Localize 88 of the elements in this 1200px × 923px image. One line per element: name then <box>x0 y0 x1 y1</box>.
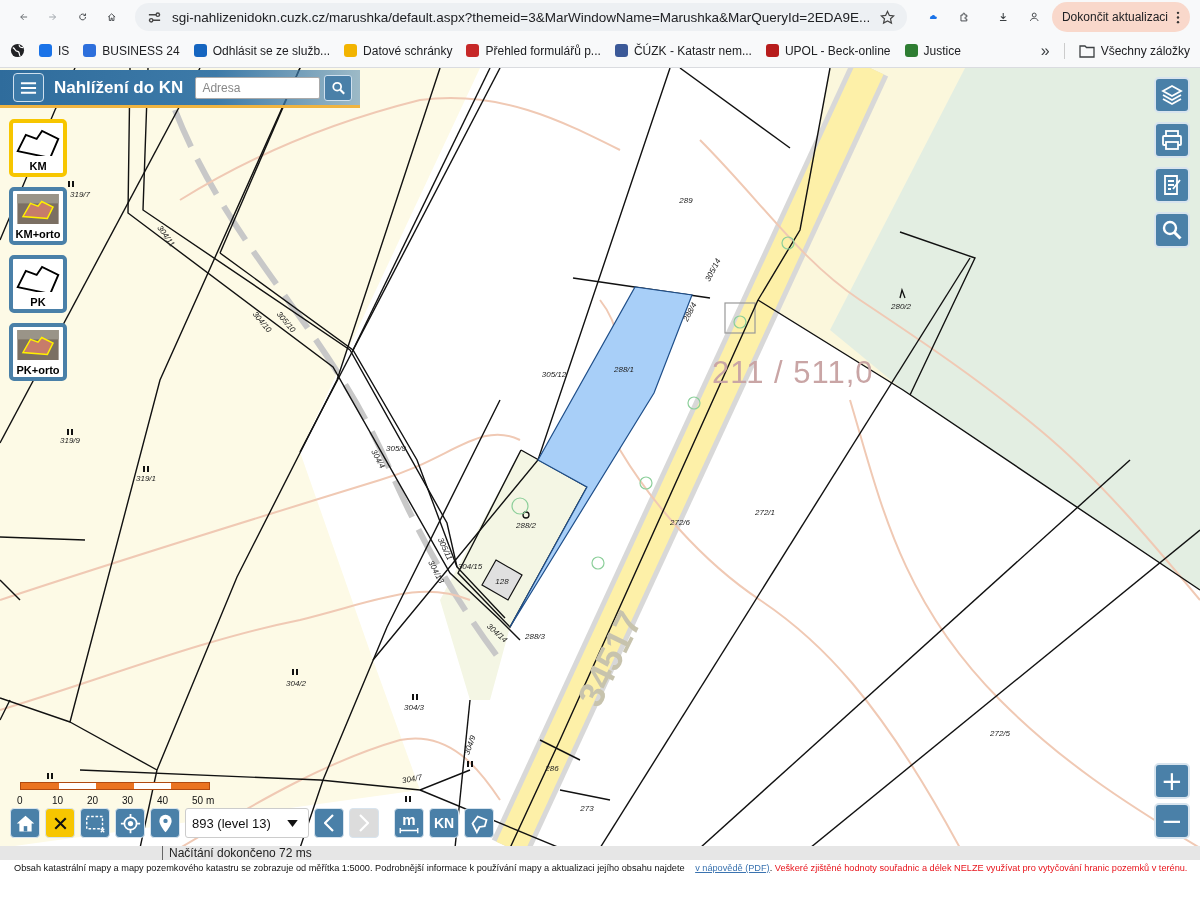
bookmark-link[interactable]: Odhlásit se ze služb... <box>193 43 331 58</box>
map-info-text: Obsah katastrální mapy a mapy pozemkového katastru se zobrazuje od měřítka 1:5000. Podrobnější informace k používání mapy a aktualizaci jejího obsahu najdete v nápovědě (PDF). Veškeré zjištěné hodnoty souřadnic a délek NELZE využívat pro vytyčování hranic pozemků v terénu. <box>14 862 1189 874</box>
print-button[interactable] <box>1154 122 1190 158</box>
cancel-button[interactable] <box>45 808 75 838</box>
chevron-right-icon <box>359 814 369 832</box>
layers-button[interactable] <box>1154 77 1190 113</box>
folder-icon <box>1078 43 1095 58</box>
aerial-photo-icon <box>15 330 61 360</box>
favicon-icon <box>39 44 52 57</box>
search-button[interactable] <box>1154 212 1190 248</box>
parcel-number: 272/5 <box>990 728 1010 738</box>
bookmark-link[interactable]: IS <box>39 43 70 58</box>
parcel-number: 280/2 <box>891 301 911 311</box>
building-drawing <box>481 559 523 601</box>
parcel-number: 305/9 <box>386 443 406 453</box>
all-bookmarks-link[interactable]: Všechny záložky <box>1078 43 1190 58</box>
parcel-number: 288/3 <box>525 631 545 641</box>
bookmark-link[interactable]: Přehled formulářů p... <box>466 43 601 58</box>
parcel-number: 305/12 <box>541 369 567 379</box>
address-search-field[interactable]: Adresa <box>195 76 321 99</box>
scale-label: 50 m <box>192 795 216 806</box>
update-button[interactable]: Dokončit aktualizaci <box>1051 2 1190 32</box>
favicon-icon <box>904 44 918 57</box>
favicon-icon <box>765 44 779 57</box>
star-icon[interactable] <box>880 9 896 25</box>
parcel-number: 273 <box>580 803 594 813</box>
warning-text: Veškeré zjištěné hodnoty souřadnic a délek NELZE využívat pro vytyčování hranic pozemků v terénu. <box>774 863 1188 873</box>
parcel-number: 288/1 <box>614 364 634 374</box>
parcel-number: 272/6 <box>670 517 690 527</box>
notes-button[interactable] <box>1154 167 1190 203</box>
parcel-number: 319/9 <box>60 435 80 445</box>
search-icon <box>1160 218 1184 242</box>
parcel-number: 304/3 <box>404 702 424 712</box>
printer-icon <box>1160 128 1184 152</box>
aerial-photo-icon <box>15 194 61 224</box>
search-icon <box>329 80 347 95</box>
chevron-left-icon <box>324 814 334 832</box>
favicon-icon <box>344 44 358 57</box>
parcel-number: 288/4 <box>681 301 699 323</box>
bookmark-link[interactable]: UPOL - Beck-online <box>765 43 891 58</box>
more-bookmarks-button[interactable]: » <box>1040 41 1050 60</box>
parcel-number: 304/9 <box>462 734 478 756</box>
crosshair-icon <box>119 812 141 834</box>
favicon-icon <box>83 44 97 57</box>
bookmark-link[interactable]: Datové schránky <box>344 43 453 58</box>
select-area-button[interactable] <box>80 808 110 838</box>
parcel-number: 272/1 <box>755 507 775 517</box>
previous-view-button[interactable] <box>314 808 344 838</box>
favicon-icon <box>614 44 628 57</box>
home-button[interactable] <box>10 808 40 838</box>
locate-button[interactable] <box>115 808 145 838</box>
zoom-in-button[interactable]: + <box>1154 763 1190 799</box>
menu-icon <box>20 80 37 95</box>
bookmark-link[interactable]: BUSINESS 24 <box>83 43 180 58</box>
app-title: Nahlížení do KN <box>54 77 184 98</box>
kn-button[interactable]: KN <box>429 808 459 838</box>
status-text: Načítání dokončeno 72 ms <box>162 846 312 860</box>
layer-button[interactable]: KM <box>9 119 67 177</box>
parcel-number: 319/1 <box>136 473 156 483</box>
help-pdf-link[interactable]: v nápovědě (PDF) <box>695 863 770 873</box>
parcel-number: 304/2 <box>286 678 306 688</box>
ruler-icon <box>398 827 420 834</box>
search-button[interactable] <box>324 74 353 101</box>
measure-button[interactable]: m <box>394 808 424 838</box>
bookmark-link[interactable]: ČÚZK - Katastr nem... <box>614 43 752 58</box>
favicon-icon <box>466 44 480 57</box>
layers-icon <box>1160 83 1184 107</box>
place-button[interactable] <box>150 808 180 838</box>
favicon-icon <box>193 44 207 57</box>
parcel-number: 288/2 <box>516 520 536 530</box>
parcel-button[interactable] <box>464 808 494 838</box>
address-bar[interactable]: sgi-nahlizenidokn.cuzk.cz/marushka/default.aspx?themeid=3&MarWindowName=Marushka&MarQueryId=2EDA9E... <box>135 3 908 31</box>
zoom-out-button[interactable]: − <box>1154 803 1190 839</box>
parcel-number: 128 <box>495 576 509 586</box>
layer-button[interactable]: KM+orto <box>9 187 67 245</box>
more-menu-icon <box>1176 10 1180 24</box>
parcel-number: 289 <box>679 195 693 205</box>
layer-button[interactable]: PK+orto <box>9 323 67 381</box>
dropdown-caret-icon <box>287 819 298 827</box>
zoom-level-dropdown[interactable]: 893 (level 13) <box>185 808 309 838</box>
parcel-number: 319/7 <box>70 189 90 199</box>
parcel-number: 304/7 <box>401 772 423 786</box>
site-settings-icon[interactable] <box>147 9 163 25</box>
menu-button[interactable] <box>13 73 44 102</box>
globe-icon[interactable] <box>10 43 25 58</box>
layer-button[interactable]: PK <box>9 255 67 313</box>
road-number: 34517 <box>569 604 651 714</box>
bookmark-link[interactable]: Justice <box>904 43 961 58</box>
